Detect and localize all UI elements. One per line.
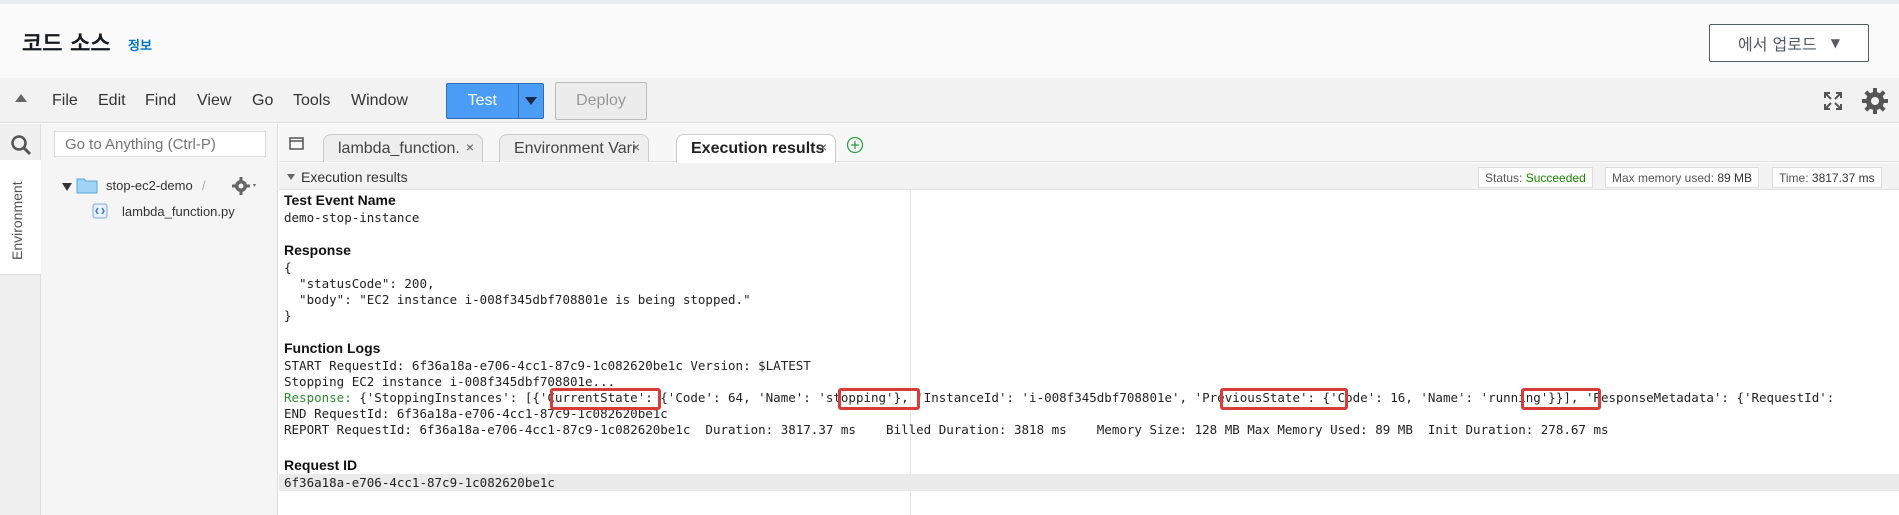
print-margin-line — [910, 190, 911, 515]
menu-edit[interactable]: Edit — [98, 92, 126, 110]
tab-environment-variables[interactable]: Environment Vari × — [499, 134, 649, 162]
python-file-icon — [92, 203, 108, 219]
test-button-label[interactable]: Test — [447, 84, 518, 118]
tab-label: Execution results — [691, 140, 825, 157]
response-line: { — [284, 260, 292, 275]
status-value: Succeeded — [1525, 171, 1586, 185]
tab-lambda-function[interactable]: lambda_function. × — [323, 134, 483, 162]
memory-label: Max memory used: — [1612, 171, 1715, 185]
tab-list-icon[interactable] — [289, 137, 307, 151]
highlight-previous-state — [1220, 388, 1348, 410]
log-response-prefix: Response: — [284, 390, 352, 405]
menu-find[interactable]: Find — [145, 92, 176, 110]
time-label: Time: — [1779, 171, 1809, 185]
close-icon[interactable]: × — [466, 139, 474, 155]
deploy-button[interactable]: Deploy — [555, 82, 647, 120]
folder-separator: / — [202, 178, 206, 193]
collapse-arrow-icon[interactable] — [15, 94, 27, 102]
status-badge: Status: Succeeded — [1478, 167, 1593, 188]
execution-output — [279, 190, 1899, 515]
log-line-stopping: Stopping EC2 instance i-008f345dbf708801… — [284, 374, 616, 389]
max-memory-badge: Max memory used: 89 MB — [1605, 167, 1760, 188]
response-line: "statusCode": 200, — [284, 276, 435, 291]
execution-results-title: Execution results — [301, 169, 408, 185]
highlight-stopping — [838, 388, 920, 410]
time-value: 3817.37 ms — [1811, 171, 1875, 185]
time-badge: Time: 3817.37 ms — [1772, 167, 1882, 188]
log-line-start: START RequestId: 6f36a18a-e706-4cc1-87c9… — [284, 358, 811, 373]
test-event-heading: Test Event Name — [284, 192, 396, 208]
page-header: 코드 소스 정보 에서 업로드 ▼ — [0, 0, 1899, 78]
log-line-response: Response: {'StoppingInstances': [{'Curre… — [284, 390, 1834, 405]
info-link[interactable]: 정보 — [128, 35, 152, 54]
caret-down-icon: ▼ — [1830, 36, 1840, 50]
add-tab-icon[interactable] — [846, 136, 864, 154]
menu-view[interactable]: View — [197, 92, 231, 110]
highlight-current-state — [550, 388, 661, 410]
menu-window[interactable]: Window — [351, 92, 408, 110]
request-id-heading: Request ID — [284, 457, 358, 473]
environment-tab-label: Environment — [9, 181, 25, 260]
caret-down-icon — [524, 97, 537, 105]
caret-down-icon[interactable] — [62, 183, 72, 191]
upload-from-button[interactable]: 에서 업로드 ▼ — [1709, 24, 1869, 62]
test-dropdown-toggle[interactable] — [517, 84, 543, 118]
gear-icon[interactable] — [1861, 87, 1889, 115]
ide-menubar — [0, 78, 1899, 123]
tab-execution-results[interactable]: Execution results × — [676, 134, 836, 163]
menu-go[interactable]: Go — [252, 92, 273, 110]
close-icon[interactable]: × — [632, 139, 640, 155]
upload-from-label: 에서 업로드 — [1738, 35, 1817, 54]
go-to-anything-input[interactable] — [54, 131, 266, 157]
highlight-running — [1521, 388, 1601, 410]
fullscreen-icon[interactable] — [1823, 91, 1843, 111]
response-line: "body": "EC2 instance i-008f345dbf708801… — [284, 292, 751, 307]
folder-icon — [76, 178, 98, 194]
test-button[interactable]: Test — [446, 83, 544, 119]
tab-label: Environment Vari — [514, 140, 636, 157]
caret-down-icon[interactable] — [287, 174, 295, 180]
environment-tab[interactable]: Environment — [0, 160, 41, 275]
log-line-report: REPORT RequestId: 6f36a18a-e706-4cc1-87c… — [284, 422, 1609, 437]
file-label: lambda_function.py — [122, 204, 235, 219]
tab-label: lambda_function. — [338, 140, 460, 157]
status-label: Status: — [1485, 171, 1523, 185]
request-id-value: 6f36a18a-e706-4cc1-87c9-1c082620be1c — [284, 475, 555, 490]
function-logs-heading: Function Logs — [284, 340, 381, 356]
response-heading: Response — [284, 242, 351, 258]
search-icon[interactable] — [10, 134, 32, 156]
response-line: } — [284, 308, 292, 323]
folder-label: stop-ec2-demo — [106, 178, 193, 193]
folder-row[interactable]: stop-ec2-demo / — [54, 176, 266, 198]
page-title: 코드 소스 — [22, 32, 111, 57]
test-event-name: demo-stop-instance — [284, 210, 420, 225]
close-icon[interactable]: × — [819, 139, 827, 155]
gear-icon[interactable] — [231, 176, 259, 196]
memory-value: 89 MB — [1717, 171, 1753, 185]
menu-tools[interactable]: Tools — [293, 92, 330, 110]
menu-file[interactable]: File — [52, 92, 78, 110]
